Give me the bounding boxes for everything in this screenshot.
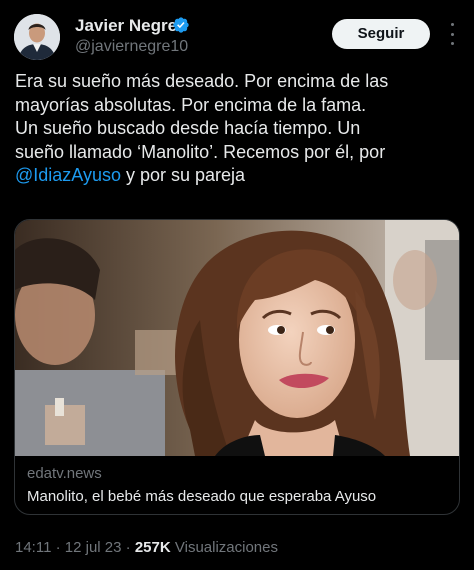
tweet-header: Javier Negre @javiernegre10 Seguir — [0, 0, 474, 64]
meta-separator-2: · — [125, 539, 135, 556]
tweet-date[interactable]: 12 jul 23 — [65, 539, 122, 556]
card-domain[interactable]: edatv.news — [27, 465, 102, 482]
tweet-meta: 14:11 · 12 jul 23 · 257K Visualizaciones — [15, 539, 278, 556]
verified-badge-icon — [173, 17, 189, 33]
mention-link[interactable]: @IdiazAyuso — [15, 165, 121, 185]
avatar[interactable] — [14, 14, 60, 60]
views-label: Visualizaciones — [174, 539, 278, 556]
author-handle[interactable]: @javiernegre10 — [75, 38, 188, 56]
tweet-time[interactable]: 14:11 — [15, 539, 51, 556]
follow-button[interactable]: Seguir — [332, 19, 430, 49]
tweet-line: mayorías absolutas. Por encima de la fam… — [15, 94, 367, 115]
link-card[interactable]: edatv.news Manolito, el bebé más deseado… — [14, 219, 460, 515]
meta-separator: · — [51, 539, 65, 556]
card-image[interactable] — [15, 220, 459, 456]
tweet-line-end: y por su pareja — [121, 165, 246, 185]
tweet-line: Era su sueño más deseado. Por encima de … — [15, 71, 389, 91]
views-count: 257K — [134, 539, 171, 556]
tweet-line-last: @IdiazAyuso y por su pareja — [15, 164, 465, 188]
tweet-text: Era su sueño más deseado. Por encima de … — [15, 70, 465, 188]
more-options-icon[interactable] — [444, 23, 460, 45]
tweet-line: sueño llamado ‘Manolito’. Recemos por él… — [15, 141, 386, 162]
card-title[interactable]: Manolito, el bebé más deseado que espera… — [27, 488, 376, 505]
tweet-line: Un sueño buscado desde hacía tiempo. Un — [15, 118, 361, 138]
author-name[interactable]: Javier Negre — [75, 16, 177, 36]
